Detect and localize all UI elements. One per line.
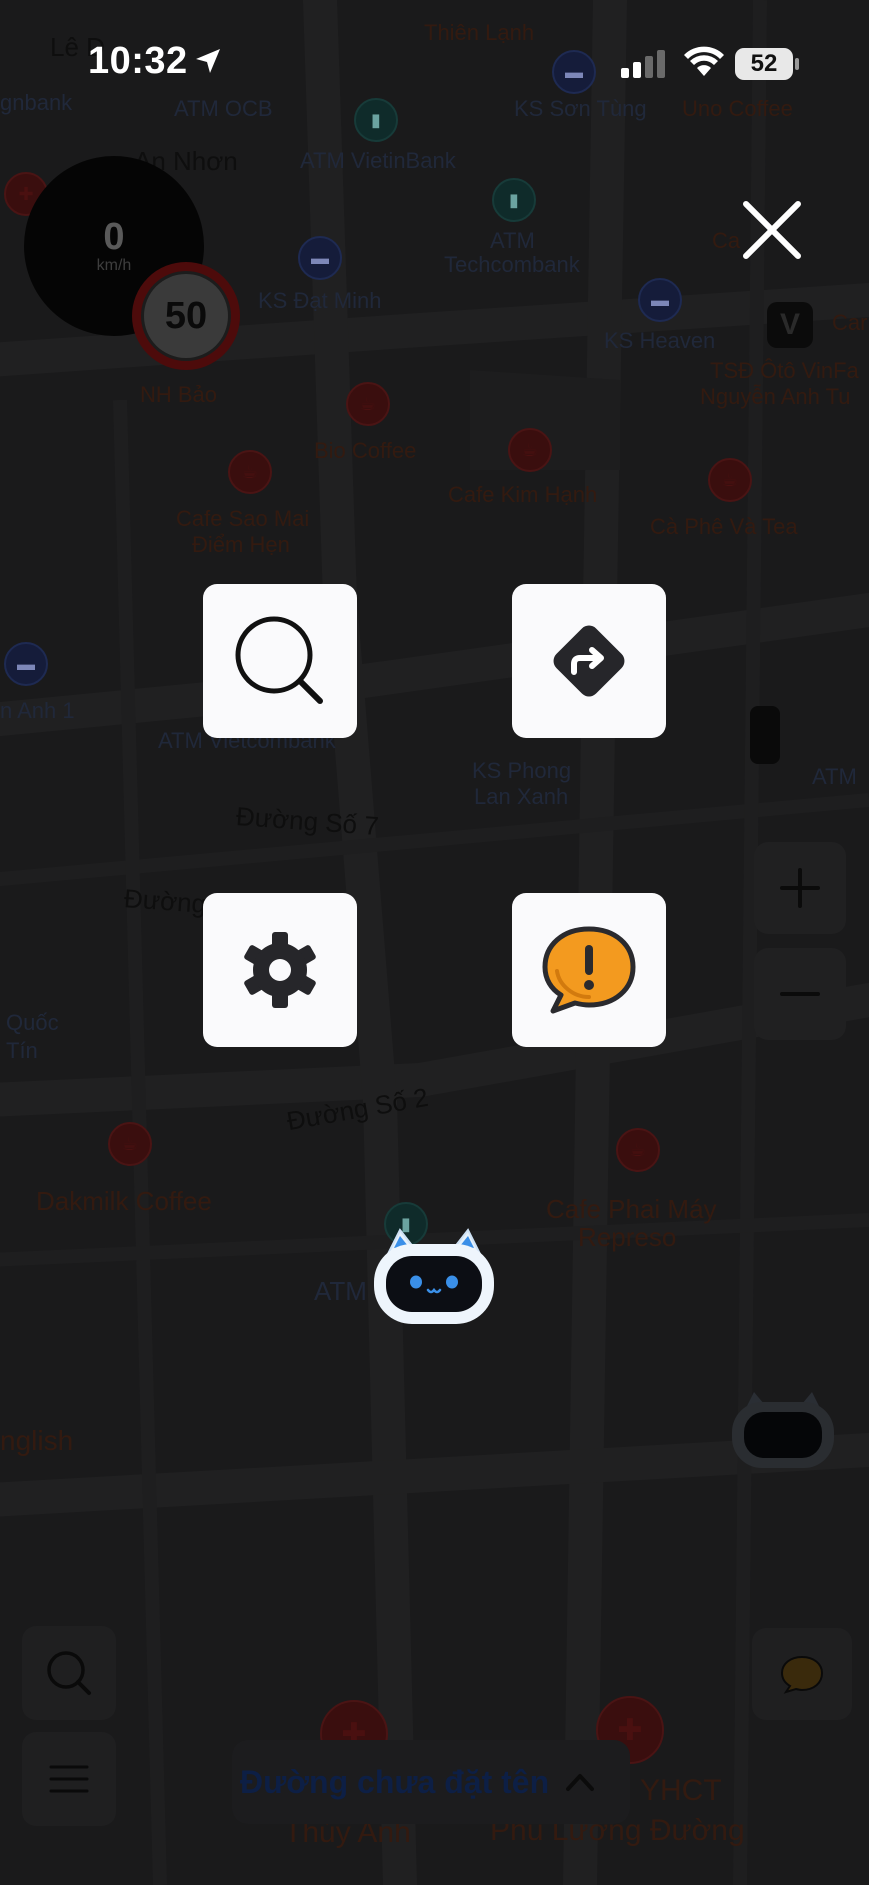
location-arrow-icon	[196, 49, 220, 73]
battery-level: 52	[735, 48, 793, 80]
search-icon	[47, 1651, 91, 1695]
report-button[interactable]	[512, 893, 666, 1047]
hotel-icon: ▬	[298, 236, 342, 280]
battery-nub	[795, 58, 799, 70]
speed-limit-value: 50	[144, 274, 228, 358]
map-label: KS Phong	[472, 758, 572, 783]
bottom-search-button[interactable]	[22, 1626, 116, 1720]
map-label: Điểm Hẹn	[192, 532, 290, 557]
map-label: ATM	[812, 764, 857, 789]
map-label: n Anh 1	[0, 698, 75, 723]
search-button[interactable]	[203, 584, 357, 738]
map-label: Thiên Lạnh	[424, 20, 535, 45]
plus-icon	[780, 868, 820, 908]
mini-mascot-icon	[732, 1392, 834, 1468]
current-street-bar[interactable]: Đường chưa đặt tên	[232, 1740, 630, 1824]
cafe-icon: ☕	[616, 1128, 660, 1172]
map-label: Đường	[123, 883, 208, 919]
close-icon[interactable]	[738, 196, 806, 264]
speed-limit-sign: 50	[132, 262, 240, 370]
current-speed: 0	[103, 216, 125, 258]
map-label: NH Bảo	[140, 382, 218, 407]
current-street-name: Đường chưa đặt tên	[240, 1763, 550, 1800]
status-time: 10:32	[88, 40, 188, 82]
map-label: Cafe Phai Máy	[546, 1194, 717, 1224]
wifi-icon	[684, 46, 724, 76]
map-label: Dakmilk Coffee	[36, 1186, 212, 1216]
cafe-icon: ☕	[108, 1122, 152, 1166]
cafe-icon: ☕	[508, 428, 552, 472]
map-label: Represo	[578, 1222, 677, 1252]
map-label: KS Heaven	[604, 328, 716, 353]
map-label: Cafe Kim Hạnh	[448, 482, 598, 507]
cafe-icon: ☕	[346, 382, 390, 426]
map-label: Cà Phê Và Tea	[650, 514, 798, 539]
map-label: gnbank	[0, 90, 73, 115]
zoom-in-button[interactable]	[754, 842, 846, 934]
map-label: YHCT	[640, 1774, 722, 1807]
menu-button[interactable]	[22, 1732, 116, 1826]
atm-icon: ▮	[492, 178, 536, 222]
hotel-icon: ▬	[638, 278, 682, 322]
settings-button[interactable]	[203, 893, 357, 1047]
minus-icon	[780, 992, 820, 996]
map-label: Lan Xanh	[474, 784, 569, 809]
map-label: Bio Coffee	[314, 438, 417, 463]
cellular-signal-icon	[621, 50, 665, 78]
speed-unit: km/h	[96, 257, 132, 274]
map-label: KS Đạt Minh	[258, 288, 382, 313]
map-label: Tín	[6, 1038, 38, 1063]
report-bubble-icon	[780, 1655, 824, 1694]
hamburger-menu-icon	[49, 1765, 89, 1793]
chevron-up-icon	[566, 1774, 595, 1791]
map-label: Nguyễn Anh Tu	[700, 384, 851, 409]
traffic-light-icon	[750, 706, 780, 764]
report-icon	[542, 926, 636, 1014]
map-label: ATM	[314, 1276, 367, 1306]
map-label: ATM VietinBank	[300, 148, 456, 173]
vinfast-logo: V	[767, 302, 813, 348]
hotel-icon: ▬	[552, 50, 596, 94]
atm-icon: ▮	[354, 98, 398, 142]
search-icon	[235, 616, 323, 704]
map-label: Cafe Sao Mai	[176, 506, 310, 531]
map-label: TSĐ Ôtô VinFa	[710, 358, 859, 383]
cafe-icon: ☕	[228, 450, 272, 494]
directions-button[interactable]	[512, 584, 666, 738]
cat-robot-mascot-icon[interactable]	[370, 1224, 498, 1326]
gear-icon	[244, 932, 316, 1008]
map-label: Quốc	[6, 1010, 59, 1035]
hotel-icon: ▬	[4, 642, 48, 686]
map-label: ATM	[490, 228, 535, 253]
map-label: Car	[832, 310, 868, 335]
map-label: Techcombank	[444, 252, 580, 277]
map-label: Uno Coffee	[682, 96, 793, 121]
map-label: KS Sơn Tùng	[514, 96, 647, 121]
map-label: ATM OCB	[174, 96, 273, 121]
map-label: nglish	[0, 1425, 74, 1456]
zoom-out-button[interactable]	[754, 948, 846, 1040]
directions-icon	[553, 625, 625, 697]
cafe-icon: ☕	[708, 458, 752, 502]
chat-report-button[interactable]	[752, 1628, 852, 1720]
map-label: Ca	[712, 228, 741, 253]
